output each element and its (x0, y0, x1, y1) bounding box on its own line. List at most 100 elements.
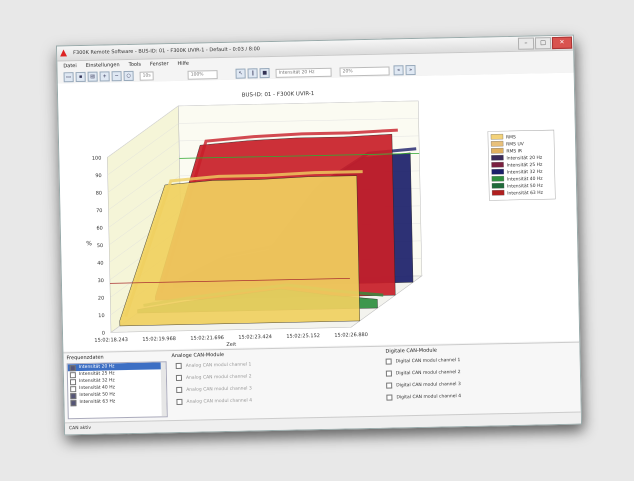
stop-icon[interactable]: ■ (259, 67, 270, 79)
analog-module-label: Analog CAN modul channel 3 (186, 385, 252, 393)
digital-module-row[interactable]: Digital CAN modul channel 4 (386, 393, 461, 401)
legend-swatch (491, 147, 504, 154)
frequency-list: Intensität 20 Hz Intensität 25 Hz Intensit… (66, 361, 168, 420)
frequency-checkbox[interactable] (70, 399, 77, 406)
legend-swatch (490, 140, 504, 147)
analog-module-checkbox[interactable] (175, 374, 183, 382)
legend-label: Intensität 50 Hz (507, 183, 544, 190)
legend-label: Intensität 25 Hz (507, 162, 544, 169)
x-tick-label: 15:02:21.696 (190, 335, 224, 342)
frequency-checkbox[interactable] (69, 378, 77, 385)
analog-module-checkbox[interactable] (176, 386, 183, 394)
pointer-icon[interactable]: ↖ (235, 68, 246, 79)
frequencies-title: Frequenzdaten (66, 354, 104, 362)
analog-title: Analoge CAN-Module (171, 352, 225, 360)
open-folder-icon[interactable]: ▭ (63, 72, 74, 83)
frequency-scrollbar[interactable] (160, 362, 167, 417)
legend-label: RMS IR (506, 148, 522, 154)
y-tick-label: 80 (96, 191, 102, 197)
x-tick-label: 15:02:23.424 (238, 334, 272, 341)
digital-module-row[interactable]: Digital CAN modul channel 3 (386, 381, 461, 389)
channel-select[interactable]: Intensität 20 Hz (275, 67, 332, 78)
digital-module-checkbox[interactable] (386, 394, 393, 401)
minimize-button[interactable]: – (517, 37, 535, 50)
y-tick-label: 0 (102, 331, 105, 337)
analog-module-row[interactable]: Analog CAN modul channel 4 (176, 397, 253, 406)
digital-module-checkbox[interactable] (386, 382, 393, 389)
legend-label: Intensität 32 Hz (507, 169, 544, 176)
menu-hilfe[interactable]: Hilfe (177, 61, 188, 67)
frequency-checkbox[interactable] (70, 385, 77, 392)
app-logo-icon: ▲ (60, 47, 68, 58)
legend-label: Intensität 40 Hz (507, 176, 544, 183)
y-tick-label: 40 (97, 261, 103, 267)
x-tick-label: 15:02:19.968 (142, 336, 176, 343)
frequency-checkbox[interactable] (69, 364, 76, 371)
menu-fenster[interactable]: Fenster (150, 61, 169, 67)
zoom-in-icon[interactable]: + (99, 71, 110, 82)
pause-icon[interactable]: ‖ (247, 68, 258, 79)
analog-module-label: Analog CAN modul channel 2 (185, 373, 252, 381)
legend-swatch (491, 168, 504, 175)
x-tick-label: 15:02:18.243 (94, 337, 128, 344)
x-tick-label: 15:02:26.880 (334, 332, 368, 339)
y-tick-label: 20 (98, 296, 104, 302)
last-page-icon[interactable]: » (405, 64, 416, 76)
digital-module-label: Digital CAN modul channel 1 (395, 357, 461, 364)
digital-module-label: Digital CAN modul channel 2 (395, 369, 461, 376)
frequency-checkbox[interactable] (69, 371, 76, 378)
maximize-button[interactable]: □ (534, 37, 552, 50)
y-tick-label: 60 (96, 226, 102, 232)
legend-swatch (491, 182, 505, 189)
digital-module-row[interactable]: Digital CAN modul channel 2 (385, 369, 461, 377)
legend-label: RMS (506, 134, 516, 140)
digital-module-checkbox[interactable] (385, 370, 392, 377)
y-tick-label: 70 (96, 208, 102, 214)
menu-datei[interactable]: Datei (63, 63, 76, 69)
digital-module-label: Digital CAN modul channel 4 (396, 393, 462, 400)
menu-einstellungen[interactable]: Einstellungen (86, 62, 120, 69)
y-tick-label: 50 (97, 243, 103, 249)
analog-module-row[interactable]: Analog CAN modul channel 2 (175, 373, 252, 382)
digital-module-checkbox[interactable] (385, 358, 392, 365)
analog-module-checkbox[interactable] (176, 398, 183, 406)
print-icon[interactable]: ▤ (87, 71, 98, 82)
zoom-out-icon[interactable]: − (111, 71, 122, 82)
app-window: ▲ F300K Remote Software - BUS-ID: 01 - F… (55, 34, 583, 436)
frequency-label: Intensität 63 Hz (79, 399, 116, 406)
legend-swatch (491, 189, 505, 196)
zoom-field[interactable]: 100% (187, 69, 218, 80)
analog-module-label: Analog CAN modul channel 1 (185, 361, 252, 369)
legend-swatch (490, 133, 504, 140)
chart-area: 0 10 20 30 40 50 60 70 80 90 100 15:02:18.243 15:02:… (57, 72, 580, 352)
digital-module-label: Digital CAN modul channel 3 (396, 381, 461, 388)
bottom-panels: Frequenzdaten Intensität 20 Hz Intensität… (63, 341, 581, 424)
legend-swatch (491, 175, 505, 182)
menu-tools[interactable]: Tools (129, 62, 141, 68)
analog-module-label: Analog CAN modul channel 4 (186, 397, 253, 405)
chart-title: BUS-ID: 01 - F300K UVIR-1 (242, 91, 315, 99)
legend-label: Intensität 20 Hz (506, 155, 543, 162)
y-tick-label: 90 (95, 173, 101, 179)
save-icon[interactable]: ▪ (75, 71, 86, 83)
legend-label: Intensität 63 Hz (507, 190, 544, 197)
analog-module-checkbox[interactable] (175, 362, 182, 370)
analog-module-row[interactable]: Analog CAN modul channel 1 (175, 361, 252, 370)
close-button[interactable]: ✕ (551, 36, 573, 50)
frequency-checkbox[interactable] (70, 392, 77, 399)
time-field[interactable]: 10s (139, 70, 154, 81)
percent-field[interactable]: 20% (339, 65, 390, 77)
frequency-item[interactable]: Intensität 63 Hz (68, 397, 166, 406)
legend-swatch (491, 154, 504, 161)
x-tick-label: 15:02:25.152 (286, 333, 320, 340)
legend-label: RMS UV (506, 141, 525, 147)
analog-module-row[interactable]: Analog CAN modul channel 3 (176, 385, 252, 394)
x-axis-label: Zeit (226, 342, 236, 348)
zoom-reset-icon[interactable]: ○ (123, 70, 134, 82)
3d-chart: 0 10 20 30 40 50 60 70 80 90 100 15:02:18.243 15:02:… (86, 91, 556, 348)
y-axis-label: % (86, 240, 92, 247)
first-page-icon[interactable]: « (393, 65, 404, 76)
legend-swatch (491, 161, 504, 168)
digital-module-row[interactable]: Digital CAN modul channel 1 (385, 357, 461, 365)
digital-title: Digitale CAN-Module (385, 347, 438, 355)
